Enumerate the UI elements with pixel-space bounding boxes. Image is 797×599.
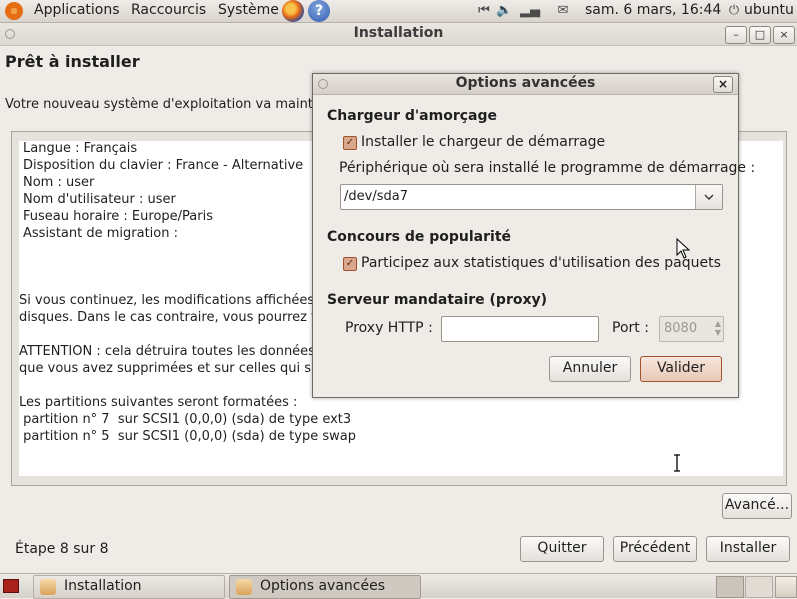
top-panel: Applications Raccourcis Système ? ⏮ 🔈 ▂▄… <box>0 0 797 23</box>
page-intro-text: Votre nouveau système d'exploitation va … <box>5 97 313 112</box>
boot-device-combo[interactable]: /dev/sda7 <box>340 184 723 210</box>
install-button[interactable]: Installer <box>706 536 790 562</box>
back-button[interactable]: Précédent <box>613 536 697 562</box>
dialog-titlebar[interactable]: Options avancées × <box>313 74 738 95</box>
dropdown-button[interactable] <box>695 185 722 209</box>
summary-line: Nom d'utilisateur : user <box>23 192 176 207</box>
text-cursor-icon <box>674 454 680 472</box>
summary-line: Les partitions suivantes seront formatée… <box>19 395 298 410</box>
installer-icon <box>40 579 56 595</box>
summary-line: disques. Dans le cas contraire, vous pou… <box>19 310 316 325</box>
chevron-down-icon <box>704 194 714 200</box>
port-spinbox[interactable]: 8080 ▲ ▼ <box>659 316 724 342</box>
cancel-button[interactable]: Annuler <box>549 356 631 382</box>
advanced-button[interactable]: Avancé... <box>722 493 792 519</box>
summary-line: Disposition du clavier : France - Altern… <box>23 158 304 173</box>
install-bootloader-checkbox[interactable]: ✓ <box>343 136 357 150</box>
minimize-button[interactable]: – <box>725 26 747 44</box>
installer-icon <box>236 579 252 595</box>
firefox-icon[interactable] <box>282 0 304 22</box>
bootloader-section-title: Chargeur d'amorçage <box>327 108 497 124</box>
port-label: Port : <box>612 320 649 336</box>
summary-line: partition n° 7 sur SCSI1 (0,0,0) (sda) d… <box>19 412 352 427</box>
quit-button[interactable]: Quitter <box>520 536 604 562</box>
volume-icon[interactable]: 🔈 <box>496 3 512 19</box>
proxy-http-label: Proxy HTTP : <box>345 320 433 336</box>
dialog-close-button[interactable]: × <box>713 76 733 93</box>
ok-button-label: Valider <box>656 360 706 376</box>
bottom-panel: Installation Options avancées <box>0 573 797 599</box>
clock[interactable]: sam. 6 mars, 16:44 <box>585 0 721 22</box>
summary-line: partition n° 5 sur SCSI1 (0,0,0) (sda) d… <box>19 429 356 444</box>
summary-line: que vous avez supprimées et sur celles q… <box>19 361 312 376</box>
workspace-1-icon[interactable] <box>716 576 744 598</box>
task-installation[interactable]: Installation <box>33 575 225 599</box>
show-desktop-icon[interactable] <box>3 579 19 593</box>
popularity-checkbox[interactable]: ✓ <box>343 257 357 271</box>
summary-line: Assistant de migration : <box>23 226 178 241</box>
window-title: Installation <box>353 25 444 41</box>
proxy-section-title: Serveur mandataire (proxy) <box>327 292 548 308</box>
menu-raccourcis[interactable]: Raccourcis <box>131 0 206 22</box>
power-icon[interactable]: ⏻ <box>726 3 742 19</box>
spin-arrows-icon[interactable]: ▲ ▼ <box>715 319 721 337</box>
user-name[interactable]: ubuntu <box>744 0 794 22</box>
proxy-http-input[interactable] <box>441 316 599 342</box>
workspace-2-icon[interactable] <box>745 576 773 598</box>
network-icon[interactable]: ▂▄ <box>520 3 540 19</box>
summary-line: Fuseau horaire : Europe/Paris <box>23 209 213 224</box>
summary-line: Nom : user <box>23 175 95 190</box>
task-options-avancees[interactable]: Options avancées <box>229 575 421 599</box>
menu-applications[interactable]: Applications <box>34 0 120 22</box>
cancel-button-label: Annuler <box>562 360 618 376</box>
boot-device-value: /dev/sda7 <box>344 189 408 204</box>
summary-line: ATTENTION : cela détruira toutes les don… <box>19 344 315 359</box>
port-value: 8080 <box>664 321 698 336</box>
trash-icon[interactable] <box>775 576 797 598</box>
summary-line: Si vous continuez, les modifications aff… <box>19 293 315 308</box>
popularity-section-title: Concours de popularité <box>327 229 512 245</box>
mail-icon[interactable]: ✉ <box>555 3 571 19</box>
maximize-button[interactable]: □ <box>749 26 771 44</box>
mouse-pointer-icon <box>676 238 690 259</box>
close-button[interactable]: × <box>773 26 795 44</box>
boot-device-label: Périphérique où sera installé le program… <box>339 160 756 176</box>
task-label: Options avancées <box>260 578 386 594</box>
ubuntu-logo-icon[interactable] <box>5 2 23 20</box>
step-indicator: Étape 8 sur 8 <box>15 541 109 557</box>
prev-track-icon[interactable]: ⏮ <box>476 3 492 19</box>
ok-button[interactable]: Valider <box>640 356 722 382</box>
dialog-title: Options avancées <box>455 75 596 91</box>
help-icon[interactable]: ? <box>308 0 330 22</box>
popularity-label[interactable]: Participez aux statistiques d'utilisatio… <box>361 255 721 271</box>
summary-line: Langue : Français <box>23 141 138 156</box>
advanced-options-dialog: Options avancées × Chargeur d'amorçage ✓… <box>312 73 755 398</box>
menu-systeme[interactable]: Système <box>218 0 279 22</box>
main-window-titlebar[interactable]: Installation – □ × <box>0 23 797 46</box>
page-title: Prêt à installer <box>5 52 140 71</box>
task-label: Installation <box>64 578 142 594</box>
install-bootloader-label[interactable]: Installer le chargeur de démarrage <box>361 134 605 150</box>
